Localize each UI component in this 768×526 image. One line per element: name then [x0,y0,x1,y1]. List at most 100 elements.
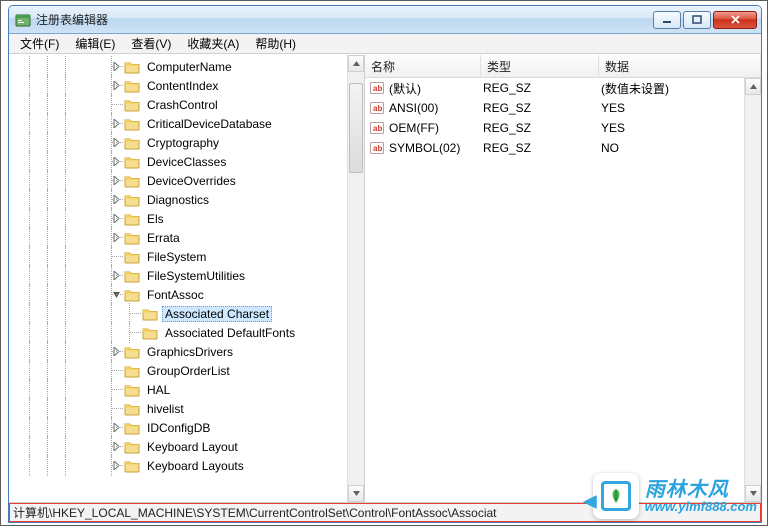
window-controls [653,11,757,29]
tree-node-label: Associated Charset [162,306,272,322]
scroll-down-icon[interactable] [348,485,364,502]
folder-icon [124,193,140,207]
folder-icon [124,79,140,93]
tree-node[interactable]: DeviceOverrides [11,171,347,190]
folder-icon [124,231,140,245]
folder-icon [124,421,140,435]
tree-node[interactable]: HAL [11,380,347,399]
body: ComputerName ContentIndex CrashControl C… [9,54,761,502]
values-pane: 名称 类型 数据 ab (默认)REG_SZ(数值未设置) ab ANSI(00… [365,55,761,502]
maximize-button[interactable] [683,11,711,29]
maximize-icon [692,15,702,24]
folder-icon [124,174,140,188]
tree-node[interactable]: Associated Charset [11,304,347,323]
menu-help[interactable]: 帮助(H) [248,34,303,53]
scroll-up-icon[interactable] [348,55,364,72]
app-icon [15,12,31,28]
tree-node[interactable]: GroupOrderList [11,361,347,380]
close-button[interactable] [713,11,757,29]
tree-node[interactable]: FileSystemUtilities [11,266,347,285]
menu-file[interactable]: 文件(F) [13,34,66,53]
tree-node[interactable]: Associated DefaultFonts [11,323,347,342]
folder-icon [124,212,140,226]
scroll-down-icon[interactable] [745,485,761,502]
tree-node-label: Associated DefaultFonts [162,325,298,341]
values-list[interactable]: ab (默认)REG_SZ(数值未设置) ab ANSI(00)REG_SZYE… [365,78,761,502]
tree-node[interactable]: DeviceClasses [11,152,347,171]
value-name: SYMBOL(02) [389,141,460,155]
tree-node-label: DeviceClasses [144,154,229,170]
tree-node[interactable]: Els [11,209,347,228]
value-row[interactable]: ab ANSI(00)REG_SZYES [365,98,761,118]
tree-node-label: DeviceOverrides [144,173,239,189]
tree-node[interactable]: CrashControl [11,95,347,114]
tree-scroll[interactable]: ComputerName ContentIndex CrashControl C… [9,55,347,502]
tree-node-label: CriticalDeviceDatabase [144,116,275,132]
tree-node[interactable]: GraphicsDrivers [11,342,347,361]
tree-node[interactable]: FontAssoc [11,285,347,304]
tree-node[interactable]: ComputerName [11,57,347,76]
tree-node-label: Cryptography [144,135,222,151]
tree-node[interactable]: Cryptography [11,133,347,152]
tree-node-label: FileSystem [144,249,209,265]
string-value-icon: ab [369,80,385,96]
value-data: (数值未设置) [599,80,761,97]
tree-node[interactable]: Keyboard Layout [11,437,347,456]
value-type: REG_SZ [481,121,599,135]
titlebar[interactable]: 注册表编辑器 [9,6,761,34]
folder-icon [124,402,140,416]
tree-node-label: ContentIndex [144,78,221,94]
value-type: REG_SZ [481,81,599,95]
value-row[interactable]: ab (默认) REG_SZ(数值未设置) [365,78,761,98]
svg-text:ab: ab [373,124,382,133]
tree-node-label: GroupOrderList [144,363,233,379]
value-row[interactable]: ab SYMBOL(02)REG_SZNO [365,138,761,158]
tree-pane: ComputerName ContentIndex CrashControl C… [9,55,365,502]
tree-node-label: GraphicsDrivers [144,344,236,360]
column-header-name[interactable]: 名称 [365,55,481,77]
tree-node[interactable]: Keyboard Layouts [11,456,347,475]
tree-scrollbar[interactable] [347,55,364,502]
value-data: NO [599,141,761,155]
tree-node[interactable]: hivelist [11,399,347,418]
tree-node[interactable]: IDConfigDB [11,418,347,437]
values-header: 名称 类型 数据 [365,55,761,78]
minimize-icon [662,16,672,24]
scrollbar-thumb[interactable] [349,83,363,173]
tree-node-label: Errata [144,230,183,246]
svg-text:ab: ab [373,104,382,113]
minimize-button[interactable] [653,11,681,29]
menu-view[interactable]: 查看(V) [124,34,178,53]
tree-node[interactable]: FileSystem [11,247,347,266]
value-data: YES [599,101,761,115]
statusbar: 计算机\HKEY_LOCAL_MACHINE\SYSTEM\CurrentCon… [9,502,761,522]
scroll-up-icon[interactable] [745,78,761,95]
folder-icon [124,250,140,264]
value-name: (默认) [389,80,421,97]
statusbar-path: 计算机\HKEY_LOCAL_MACHINE\SYSTEM\CurrentCon… [13,504,497,521]
value-name: ANSI(00) [389,101,438,115]
string-value-icon: ab [369,140,385,156]
folder-icon [124,383,140,397]
window-title: 注册表编辑器 [36,11,653,28]
folder-icon [142,307,158,321]
value-name: OEM(FF) [389,121,439,135]
tree-node[interactable]: CriticalDeviceDatabase [11,114,347,133]
folder-icon [124,459,140,473]
tree-node-label: HAL [144,382,173,398]
string-value-icon: ab [369,100,385,116]
values-scrollbar[interactable] [744,78,761,502]
tree-node[interactable]: Diagnostics [11,190,347,209]
folder-icon [142,326,158,340]
column-header-type[interactable]: 类型 [481,55,599,77]
folder-icon [124,155,140,169]
tree-node[interactable]: ContentIndex [11,76,347,95]
folder-icon [124,60,140,74]
column-header-data[interactable]: 数据 [599,55,761,77]
tree-node[interactable]: Errata [11,228,347,247]
folder-icon [124,269,140,283]
menu-favorites[interactable]: 收藏夹(A) [180,34,246,53]
tree-node-label: FileSystemUtilities [144,268,248,284]
value-row[interactable]: ab OEM(FF)REG_SZYES [365,118,761,138]
menu-edit[interactable]: 编辑(E) [68,34,122,53]
